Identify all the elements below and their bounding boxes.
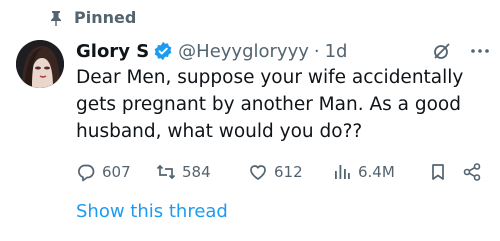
like-count: 612 <box>274 163 303 181</box>
tweet-header: Glory S @Heyygloryyy · 1d <box>76 39 490 63</box>
like-button[interactable]: 612 <box>248 162 332 182</box>
repost-count: 584 <box>182 163 211 181</box>
views-icon <box>335 165 350 179</box>
avatar[interactable] <box>16 40 64 88</box>
reply-icon <box>78 164 95 182</box>
author-name[interactable]: Glory S <box>76 41 149 62</box>
verified-badge-icon[interactable] <box>153 41 173 61</box>
share-icon[interactable] <box>462 162 482 182</box>
more-options-icon[interactable] <box>470 41 490 61</box>
pinned-label: Pinned <box>48 8 136 27</box>
timestamp[interactable]: 1d <box>325 41 348 62</box>
separator-dot: · <box>313 40 320 62</box>
repost-icon <box>156 164 176 180</box>
tweet-actions: 607 584 612 6.4M <box>76 160 484 184</box>
view-count: 6.4M <box>358 163 395 181</box>
bookmark-icon[interactable] <box>428 162 448 182</box>
grok-icon[interactable] <box>432 41 452 61</box>
pin-icon <box>51 10 61 26</box>
repost-button[interactable]: 584 <box>156 162 248 182</box>
heart-icon <box>250 165 266 180</box>
reply-count: 607 <box>102 163 131 181</box>
show-thread-link[interactable]: Show this thread <box>76 201 228 222</box>
author-handle[interactable]: @Heyygloryyy <box>178 41 309 62</box>
pinned-text: Pinned <box>74 8 137 27</box>
reply-button[interactable]: 607 <box>76 162 156 182</box>
tweet-text: Dear Men, suppose your wife accidentally… <box>76 67 464 142</box>
views-button[interactable]: 6.4M <box>332 162 428 182</box>
